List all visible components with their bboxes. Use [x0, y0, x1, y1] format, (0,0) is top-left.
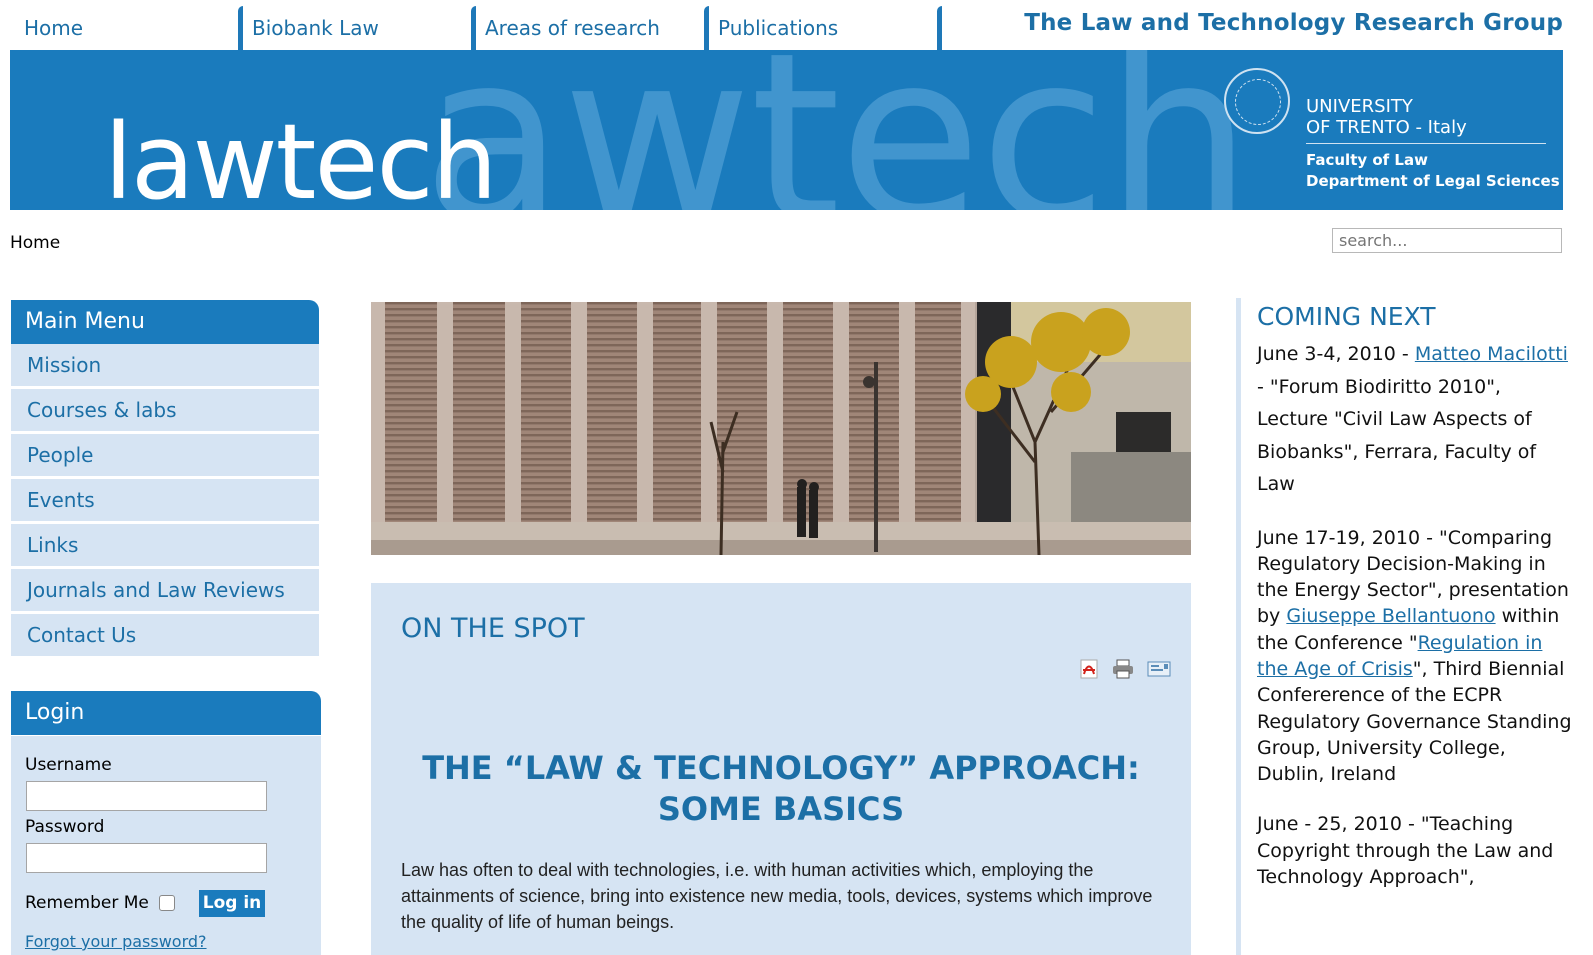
login-form: Username Password Remember Me Log in For… [11, 736, 321, 955]
event-gap [1257, 501, 1577, 525]
article-title-line2: SOME BASICS [657, 790, 905, 828]
right-column-divider [1236, 298, 1241, 955]
tab-areas-label: Areas of research [485, 16, 660, 40]
group-title: The Law and Technology Research Group [1024, 10, 1563, 36]
faculty-name: Faculty of Law [1306, 151, 1428, 169]
top-nav: Home Biobank Law Areas of research Publi… [10, 0, 1563, 50]
header-banner: awtech lawtech UNIVERSITY OF TRENTO - It… [10, 50, 1563, 210]
email-icon[interactable] [1147, 660, 1171, 682]
tab-divider [238, 6, 243, 50]
forgot-password-link[interactable]: Forgot your password? [25, 932, 207, 951]
tab-biobank-law[interactable]: Biobank Law [238, 6, 471, 50]
hero-photo [371, 302, 1191, 555]
university-divider [1306, 143, 1546, 144]
login-title: Login [11, 691, 321, 735]
username-label: Username [25, 755, 112, 775]
menu-item-courses-labs[interactable]: Courses & labs [11, 389, 319, 431]
tab-biobank-law-label: Biobank Law [252, 16, 379, 40]
search-input[interactable] [1332, 228, 1562, 253]
article-title-line1: THE “LAW & TECHNOLOGY” APPROACH: [422, 749, 1140, 787]
password-field[interactable] [26, 843, 267, 873]
remember-me-checkbox[interactable] [159, 895, 175, 911]
tab-publications[interactable]: Publications [704, 6, 937, 50]
breadcrumb: Home [10, 233, 61, 253]
main-menu: Mission Courses & labs People Events Lin… [11, 344, 319, 659]
building-photo [371, 302, 1191, 555]
tab-home-label: Home [24, 16, 84, 40]
menu-item-journals[interactable]: Journals and Law Reviews [11, 569, 319, 611]
tab-divider-end [937, 6, 951, 50]
menu-item-events[interactable]: Events [11, 479, 319, 521]
university-line1: UNIVERSITY [1306, 96, 1413, 117]
department-name: Department of Legal Sciences [1306, 172, 1560, 190]
event-person-link[interactable]: Giuseppe Bellantuono [1286, 605, 1495, 627]
menu-item-links[interactable]: Links [11, 524, 319, 566]
university-line2: OF TRENTO - Italy [1306, 117, 1467, 138]
coming-next-panel: COMING NEXT June 3-4, 2010 - Matteo Maci… [1257, 300, 1577, 890]
print-icon[interactable] [1112, 659, 1134, 683]
tab-home[interactable]: Home [10, 6, 238, 50]
event-gap [1257, 787, 1577, 811]
menu-item-mission[interactable]: Mission [11, 344, 319, 386]
site-logo[interactable]: lawtech [104, 110, 498, 210]
university-seal-icon [1224, 68, 1290, 134]
article-body: Law has often to deal with technologies,… [401, 860, 1153, 932]
username-field[interactable] [26, 781, 267, 811]
event-text: - "Forum Biodiritto 2010", Lecture "Civi… [1257, 375, 1537, 496]
university-block: UNIVERSITY OF TRENTO - Italy Faculty of … [1306, 96, 1560, 192]
main-menu-title: Main Menu [11, 300, 319, 344]
password-label: Password [25, 817, 105, 837]
tab-divider [471, 6, 476, 50]
event-item: June 17-19, 2010 - "Comparing Regulatory… [1257, 525, 1577, 788]
tab-divider [937, 6, 942, 50]
event-person-link[interactable]: Matteo Macilotti [1415, 343, 1568, 365]
tab-publications-label: Publications [718, 16, 839, 40]
menu-item-contact-us[interactable]: Contact Us [11, 614, 319, 656]
tab-areas-of-research[interactable]: Areas of research [471, 6, 704, 50]
login-button[interactable]: Log in [199, 890, 265, 917]
remember-me-label: Remember Me [25, 893, 149, 913]
article-panel: ON THE SPOT THE “LAW & TECHNOLOGY” APPRO… [371, 583, 1191, 955]
tab-divider [704, 6, 709, 50]
event-item: June - 25, 2010 - "Teaching Copyright th… [1257, 813, 1554, 889]
section-heading: ON THE SPOT [401, 613, 585, 644]
menu-item-people[interactable]: People [11, 434, 319, 476]
coming-next-title: COMING NEXT [1257, 302, 1436, 331]
banner-watermark-text: awtech [422, 50, 1252, 210]
event-item: June 3-4, 2010 - Matteo Macilotti - "For… [1257, 338, 1577, 501]
event-text: June 3-4, 2010 - [1257, 343, 1415, 365]
article-tools [1071, 659, 1171, 681]
pdf-icon[interactable] [1079, 659, 1099, 683]
article-title: THE “LAW & TECHNOLOGY” APPROACH: SOME BA… [371, 748, 1191, 830]
